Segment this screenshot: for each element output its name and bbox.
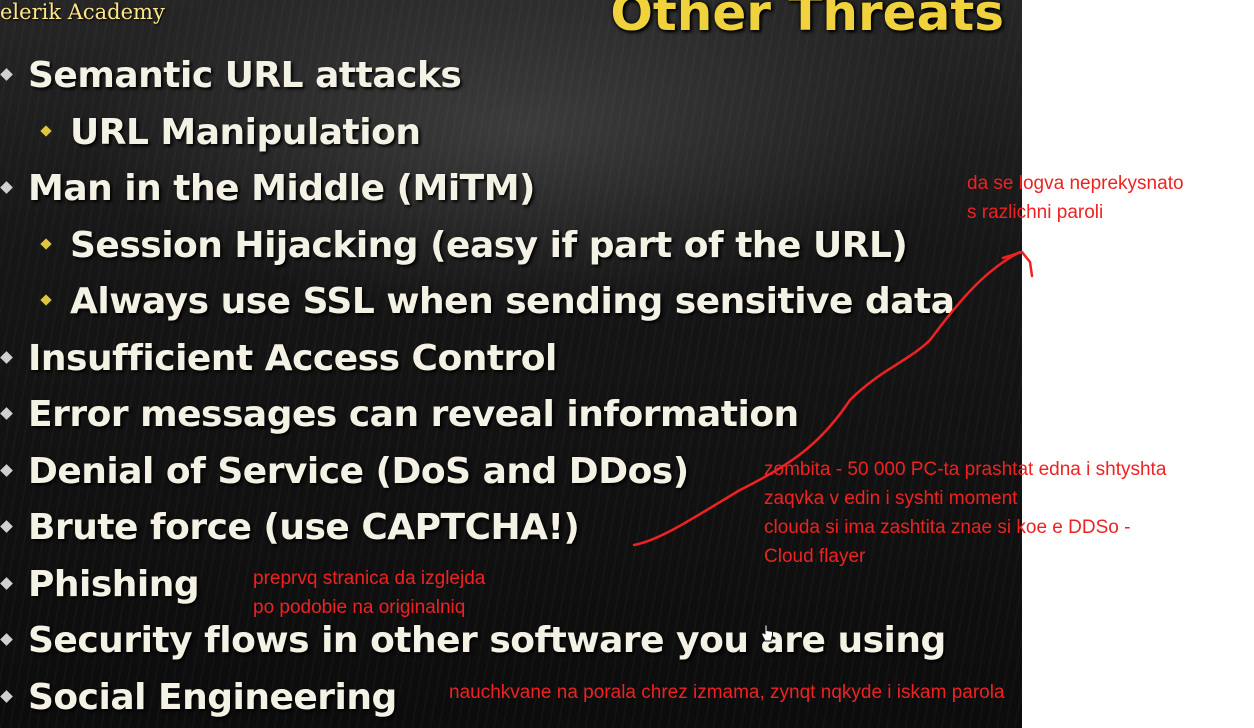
annotation-line: Cloud flayer xyxy=(764,546,866,567)
bullet-marker-icon xyxy=(0,463,13,477)
bullet-item: Man in the Middle (MiTM) xyxy=(0,161,955,218)
bullet-text: Always use SSL when sending sensitive da… xyxy=(70,281,955,322)
annotation-line: zaqvka v edin i syshti moment xyxy=(764,488,1018,509)
screen: elerik Academy Other Threats Semantic UR… xyxy=(0,0,1254,728)
annotation-line: po podobie na originalniq xyxy=(253,597,466,618)
sub-bullet-marker-icon xyxy=(40,124,52,137)
bullet-text: Insufficient Access Control xyxy=(28,337,557,379)
bullet-marker-icon xyxy=(0,350,13,364)
bullet-text: Social Engineering xyxy=(28,676,397,718)
bullet-text: Phishing xyxy=(28,563,200,605)
annotation-line: clouda si ima zashtita znae si koe e DDS… xyxy=(764,517,1131,538)
bullet-marker-icon xyxy=(0,633,13,646)
sub-bullet-item: Session Hijacking (easy if part of the U… xyxy=(0,218,955,275)
bullet-text: Error messages can reveal information xyxy=(28,394,799,435)
bullet-marker-icon xyxy=(0,181,13,194)
bullet-text: Session Hijacking (easy if part of the U… xyxy=(70,224,908,266)
bullet-marker-icon xyxy=(0,520,13,533)
bullet-text: Man in the Middle (MiTM) xyxy=(28,168,536,209)
bullet-marker-icon xyxy=(0,407,13,420)
sub-bullet-marker-icon xyxy=(40,237,52,250)
annotation-logging-note: da se logva neprekysnato s razlichni par… xyxy=(967,169,1184,227)
presentation-slide: elerik Academy Other Threats Semantic UR… xyxy=(0,0,1022,728)
bullet-item: Error messages can reveal information xyxy=(0,387,955,444)
annotation-zombies-note: zombita - 50 000 PC-ta prashtat edna i s… xyxy=(764,455,1166,571)
slide-title: Other Threats xyxy=(610,0,1004,42)
sub-bullet-item: Always use SSL when sending sensitive da… xyxy=(0,274,955,331)
bullet-text: Brute force (use CAPTCHA!) xyxy=(28,507,580,548)
bullet-text: URL Manipulation xyxy=(70,111,421,153)
bullet-marker-icon xyxy=(0,576,13,590)
bullet-list: Semantic URL attacks URL Manipulation Ma… xyxy=(0,48,955,726)
bullet-item: Insufficient Access Control xyxy=(0,331,955,388)
annotation-line: s razlichni paroli xyxy=(967,202,1104,223)
annotation-line: zombita - 50 000 PC-ta prashtat edna i s… xyxy=(764,459,1167,480)
bullet-text: Semantic URL attacks xyxy=(28,55,462,96)
annotation-line: nauchkvane na porala chrez izmama, zynqt… xyxy=(449,682,1005,703)
bullet-text: Security flows in other software you are… xyxy=(28,620,946,661)
annotation-line: da se logva neprekysnato xyxy=(967,173,1184,194)
annotation-social-note: nauchkvane na porala chrez izmama, zynqt… xyxy=(449,678,1005,707)
annotation-phishing-note: preprvq stranica da izglejda po podobie … xyxy=(253,564,485,622)
bullet-marker-icon xyxy=(0,689,13,703)
bullet-text: Denial of Service (DoS and DDos) xyxy=(28,450,689,492)
bullet-marker-icon xyxy=(0,68,13,81)
sub-bullet-marker-icon xyxy=(40,294,52,306)
annotation-line: preprvq stranica da izglejda xyxy=(253,568,486,589)
academy-logo: elerik Academy xyxy=(0,0,165,24)
bullet-item: Semantic URL attacks xyxy=(0,48,955,105)
sub-bullet-item: URL Manipulation xyxy=(0,105,955,162)
